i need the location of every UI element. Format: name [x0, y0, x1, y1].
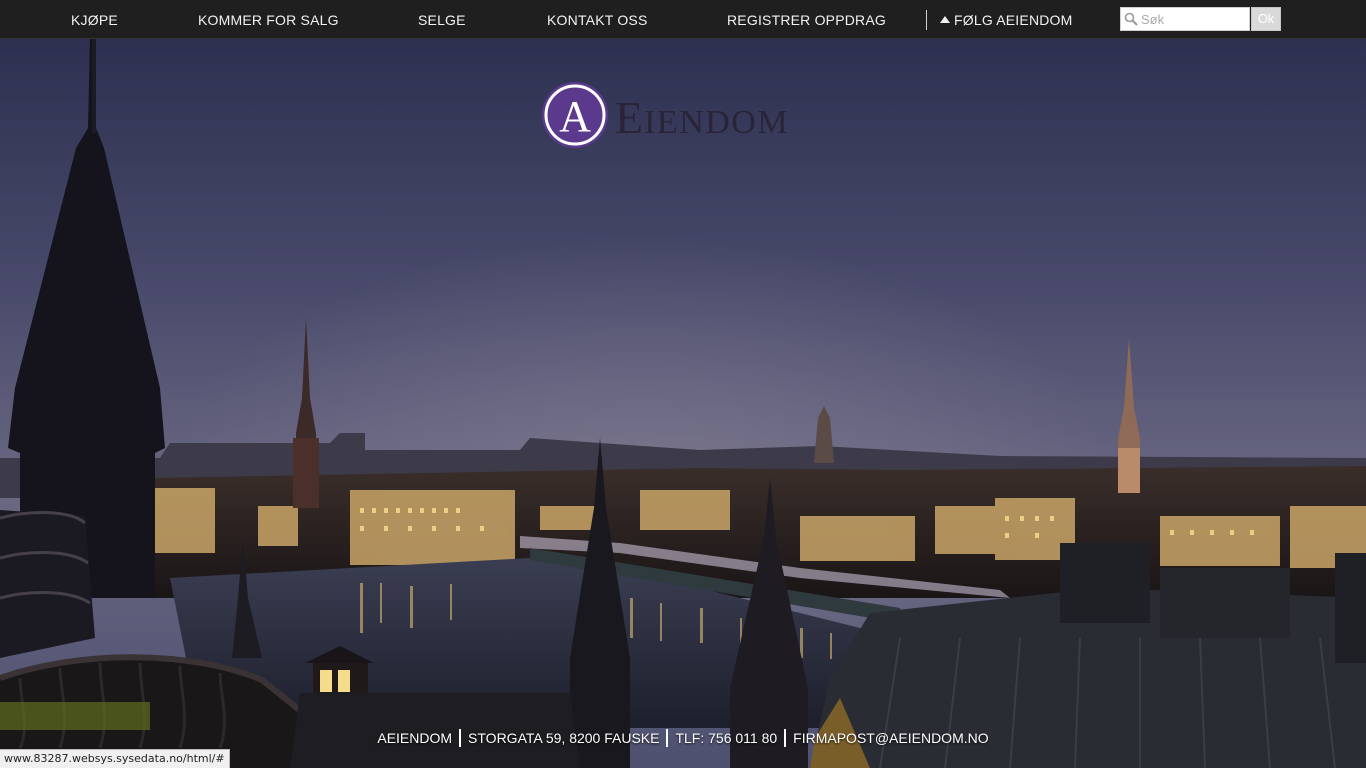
- nav-item-selge[interactable]: SELGE: [418, 0, 466, 38]
- nav-item-kjope[interactable]: KJØPE: [71, 0, 118, 38]
- follow-menu-button[interactable]: FØLG AEIENDOM: [940, 0, 1073, 38]
- footer-company: AEIENDOM: [377, 730, 453, 746]
- search-input[interactable]: [1120, 7, 1250, 31]
- browser-status-url: www.83287.websys.sysedata.no/html/#: [0, 749, 230, 768]
- footer-address: STORGATA 59, 8200 FAUSKE: [468, 730, 660, 746]
- nav-item-kontakt-oss[interactable]: KONTAKT OSS: [547, 0, 647, 38]
- follow-label: FØLG AEIENDOM: [954, 12, 1073, 28]
- top-navigation-bar: KJØPE KOMMER FOR SALG SELGE KONTAKT OSS …: [0, 0, 1366, 39]
- logo-monogram-icon: A: [542, 82, 608, 148]
- nav-divider: [926, 10, 927, 30]
- nav-item-registrer-oppdrag[interactable]: REGISTRER OPPDRAG: [727, 0, 886, 38]
- logo-wordmark-rest: IENDOM: [644, 104, 790, 141]
- logo-monogram: A: [559, 92, 591, 141]
- logo-wordmark: EIENDOM: [615, 91, 789, 144]
- triangle-up-icon: [940, 16, 950, 23]
- logo-wordmark-initial: E: [615, 92, 645, 143]
- search-icon: [1124, 12, 1138, 26]
- nav-item-kommer-for-salg[interactable]: KOMMER FOR SALG: [198, 0, 339, 38]
- footer-email-link[interactable]: FIRMAPOST@AEIENDOM.NO: [786, 728, 995, 748]
- search-submit-button[interactable]: Ok: [1251, 7, 1281, 31]
- footer-phone[interactable]: TLF: 756 011 80: [668, 728, 784, 748]
- footer-contact-bar: AEIENDOM STORGATA 59, 8200 FAUSKE TLF: 756…: [0, 728, 1366, 748]
- hero-background-image: [0, 38, 1366, 768]
